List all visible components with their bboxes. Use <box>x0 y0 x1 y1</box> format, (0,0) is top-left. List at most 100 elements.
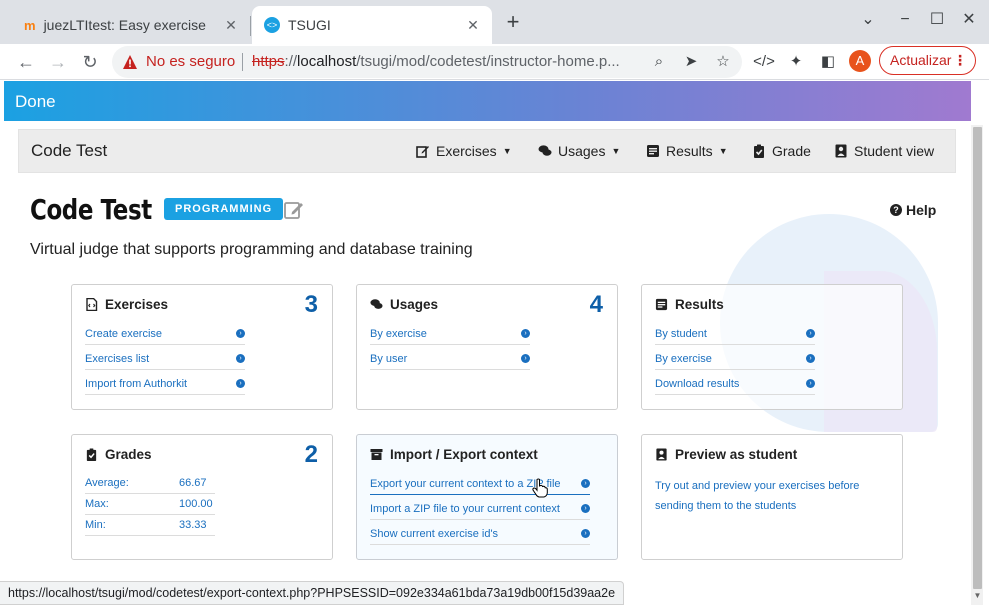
link-label: Exercises list <box>85 353 150 365</box>
url-text[interactable]: https://localhost/tsugi/mod/codetest/ins… <box>252 53 637 70</box>
preview-card: Preview as student Try out and preview y… <box>641 434 903 560</box>
done-button[interactable]: Done <box>15 92 56 112</box>
minimize-icon[interactable]: − <box>893 8 917 32</box>
file-code-icon <box>86 298 98 311</box>
tab-title: juezLTItest: Easy exercise <box>43 17 206 33</box>
import-zip-link[interactable]: Import a ZIP file to your current contex… <box>370 498 590 520</box>
tab-juezltitest[interactable]: m juezLTItest: Easy exercise ✕ <box>10 6 250 44</box>
arrow-circle-right-icon: › <box>581 504 590 513</box>
profile-avatar[interactable]: A <box>849 50 871 72</box>
menu-kebab-icon[interactable]: ⋮ <box>953 47 967 74</box>
usages-by-user-link[interactable]: By user › <box>370 348 530 370</box>
caret-down-icon: ▼ <box>502 146 512 156</box>
list-icon <box>655 298 668 311</box>
results-by-exercise-link[interactable]: By exercise › <box>655 348 815 370</box>
tab-search-icon[interactable]: ⌄ <box>856 8 880 32</box>
link-label: Download results <box>655 378 740 390</box>
user-icon <box>835 144 847 158</box>
arrow-circle-right-icon: › <box>806 329 815 338</box>
nav-grade[interactable]: Grade <box>752 143 811 159</box>
tab-strip: m juezLTItest: Easy exercise ✕ <> TSUGI … <box>0 0 989 44</box>
navbar-brand[interactable]: Code Test <box>31 141 107 161</box>
nav-label: Grade <box>772 143 811 159</box>
help-link[interactable]: ? Help <box>890 202 936 218</box>
close-icon[interactable]: ✕ <box>222 16 240 34</box>
card-header: Preview as student <box>655 447 797 462</box>
show-exercise-ids-link[interactable]: Show current exercise id's › <box>370 523 590 545</box>
code-icon: <> <box>264 17 280 33</box>
edit-title-icon[interactable] <box>283 198 305 220</box>
back-icon[interactable]: ← <box>14 50 38 74</box>
export-zip-link[interactable]: Export your current context to a ZIP fil… <box>370 473 590 495</box>
link-label: Import a ZIP file to your current contex… <box>370 503 560 515</box>
arrow-circle-right-icon: › <box>236 329 245 338</box>
grades-count: 2 <box>304 441 318 468</box>
send-icon[interactable]: ➤ <box>681 52 701 72</box>
caret-down-icon: ▼ <box>611 146 621 156</box>
forward-icon[interactable]: → <box>46 50 70 74</box>
card-header: Import / Export context <box>370 447 538 462</box>
nav-student-view[interactable]: Student view <box>834 143 934 159</box>
nav-label: Results <box>666 143 713 159</box>
usages-card: Usages 4 By exercise › By user › <box>356 284 618 410</box>
exercises-list-link[interactable]: Exercises list › <box>85 348 245 370</box>
results-by-student-link[interactable]: By student › <box>655 323 815 345</box>
tab-separator <box>250 16 251 36</box>
grade-value: 100.00 <box>179 498 213 510</box>
grade-max-row: Max: 100.00 <box>85 494 215 515</box>
card-title: Preview as student <box>675 447 798 462</box>
grade-average-row: Average: 66.67 <box>85 473 215 494</box>
scrollbar-thumb[interactable] <box>973 127 982 589</box>
nav-usages[interactable]: Usages ▼ <box>538 143 620 159</box>
card-title: Usages <box>390 297 439 312</box>
link-label: By student <box>655 328 707 340</box>
edit-icon <box>416 146 429 158</box>
preview-link[interactable]: Try out and preview your exercises befor… <box>655 476 885 516</box>
comments-icon <box>538 145 552 156</box>
arrow-circle-right-icon: › <box>236 379 245 388</box>
grade-label: Min: <box>85 519 106 531</box>
zoom-icon[interactable]: ⌕ <box>649 52 669 72</box>
results-card: Results By student › By exercise › Downloa… <box>641 284 903 410</box>
update-label: Actualizar <box>890 52 952 68</box>
nav-label: Usages <box>558 143 606 159</box>
nav-label: Exercises <box>436 143 497 159</box>
arrow-circle-right-icon: › <box>806 379 815 388</box>
download-results-link[interactable]: Download results › <box>655 373 815 395</box>
card-header: Exercises <box>85 297 168 312</box>
maximize-icon[interactable]: ☐ <box>925 8 949 32</box>
scroll-down-icon[interactable]: ▼ <box>973 592 982 600</box>
page-subtitle: Virtual judge that supports programming … <box>30 241 473 258</box>
card-title: Results <box>675 297 724 312</box>
close-icon[interactable]: ✕ <box>464 16 482 34</box>
arrow-circle-right-icon: › <box>581 479 590 488</box>
nav-results[interactable]: Results ▼ <box>646 143 728 159</box>
create-exercise-link[interactable]: Create exercise › <box>85 323 245 345</box>
top-navbar: Code Test Exercises ▼ Usages ▼ Results ▼ Gr… <box>18 129 956 173</box>
clipboard-check-icon <box>754 144 764 158</box>
security-label[interactable]: No es seguro <box>146 53 235 70</box>
bookmark-star-icon[interactable]: ☆ <box>713 52 733 72</box>
side-panel-icon[interactable]: ◧ <box>816 50 840 74</box>
import-authorkit-link[interactable]: Import from Authorkit › <box>85 373 245 395</box>
address-bar[interactable]: No es seguro https://localhost/tsugi/mod… <box>112 46 742 78</box>
extensions-icon[interactable]: ✦ <box>784 50 808 74</box>
new-tab-icon[interactable]: + <box>501 11 525 35</box>
update-button[interactable]: Actualizar ⋮ <box>879 46 976 75</box>
devtools-icon[interactable]: </> <box>752 50 776 74</box>
grade-value: 33.33 <box>179 519 207 531</box>
url-sep: :// <box>284 53 298 70</box>
tab-tsugi[interactable]: <> TSUGI ✕ <box>252 6 492 44</box>
nav-exercises[interactable]: Exercises ▼ <box>416 143 512 159</box>
url-host: localhost <box>297 53 357 70</box>
reload-icon[interactable]: ↻ <box>78 50 102 74</box>
card-header: Grades <box>85 447 152 462</box>
nav-label: Student view <box>854 143 935 159</box>
window-close-icon[interactable]: ✕ <box>957 8 981 32</box>
hand-cursor-icon <box>532 478 548 498</box>
usages-by-exercise-link[interactable]: By exercise › <box>370 323 530 345</box>
card-title: Grades <box>105 447 152 462</box>
link-label: Show current exercise id's <box>370 528 499 540</box>
archive-icon <box>370 449 383 460</box>
comments-icon <box>370 299 383 309</box>
